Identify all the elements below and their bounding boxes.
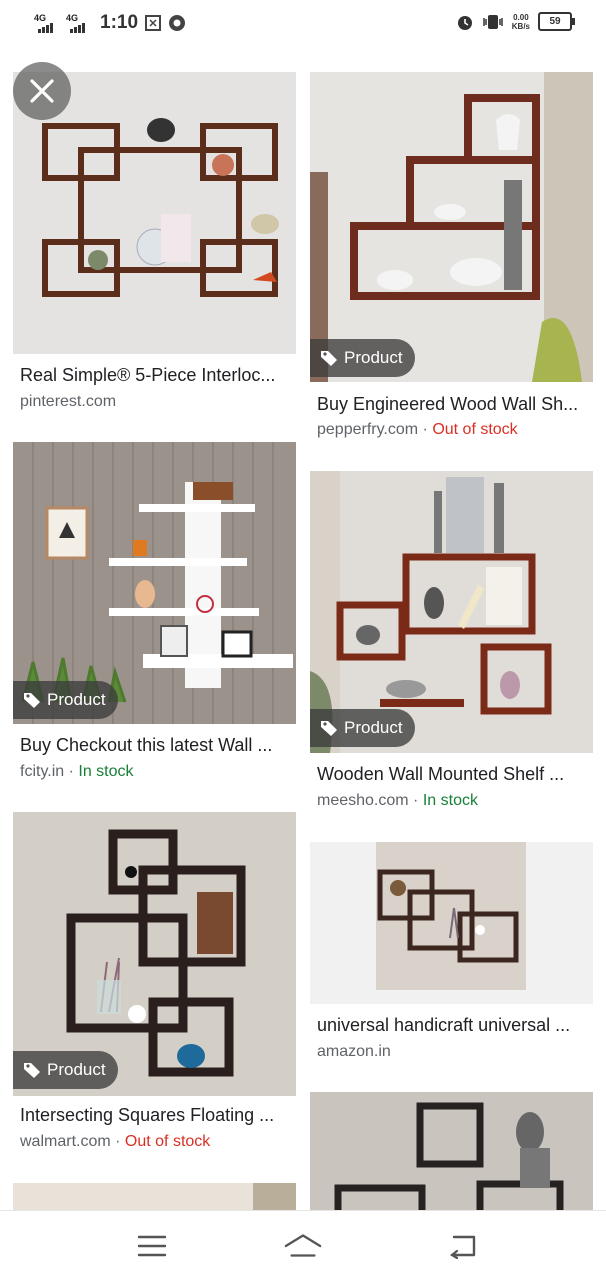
source-domain: walmart.com [20,1133,111,1150]
tag-icon [24,1063,40,1078]
result-card-2[interactable]: Product Buy Engineered Wood Wall Sh... p… [310,72,593,442]
result-card-5[interactable]: Product Intersecting Squares Floating ..… [13,812,296,1162]
tag-icon [321,351,337,366]
source-domain: fcity.in [20,763,65,780]
source-domain: amazon.in [317,1043,391,1060]
result-card-7[interactable] [310,1092,593,1210]
result-title[interactable]: Buy Checkout this latest Wall ... [20,735,272,756]
result-card-4[interactable]: Product Wooden Wall Mounted Shelf ... me… [310,471,593,821]
badge-label: Product [344,348,403,367]
result-source: pepperfry.com · Out of stock [317,421,518,439]
home-button[interactable] [283,1231,323,1261]
close-icon [30,79,54,103]
clock: 1:10 [100,12,139,33]
badge-label: Product [47,690,106,709]
source-domain: meesho.com [317,792,409,809]
back-button[interactable] [442,1231,482,1261]
product-badge: Product [310,709,415,747]
source-domain: pepperfry.com [317,421,419,438]
separator: · [68,763,79,780]
result-title[interactable]: Buy Engineered Wood Wall Sh... [317,394,578,415]
stock-status: In stock [78,763,134,780]
result-image[interactable] [310,1092,593,1210]
result-title[interactable]: universal handicraft universal ... [317,1015,570,1036]
shelf-image-7 [310,1092,593,1210]
network-type-2: 4G [66,13,79,23]
home-icon [284,1234,322,1257]
chrome-icon [169,15,186,31]
shelf-image-2 [310,72,593,382]
badge-label: Product [47,1060,106,1079]
alarm-icon [457,15,472,30]
separator: · [115,1133,125,1150]
bottom-navigation [0,1210,606,1281]
result-source: amazon.in [317,1043,391,1061]
result-image[interactable] [310,842,593,1004]
result-card-8[interactable] [13,1183,296,1210]
result-image[interactable] [13,1183,296,1210]
status-bar: 4G 4G 1:10 0.00 KB/s 59 [0,0,606,48]
result-image[interactable] [310,72,593,382]
menu-button[interactable] [132,1231,172,1261]
badge-label: Product [344,718,403,737]
tag-icon [321,721,337,736]
product-badge: Product [13,1051,118,1089]
stock-status: In stock [422,792,478,809]
result-source: pinterest.com [20,393,116,411]
shelf-image-6 [310,842,593,1004]
product-badge: Product [310,339,415,377]
close-button[interactable] [13,62,71,120]
stock-status: Out of stock [124,1133,211,1150]
result-title[interactable]: Intersecting Squares Floating ... [20,1105,274,1126]
result-source: walmart.com · Out of stock [20,1133,210,1151]
result-card-3[interactable]: Product Buy Checkout this latest Wall ..… [13,442,296,792]
stock-status: Out of stock [432,421,518,438]
network-type-1: 4G [34,13,47,23]
separator: · [422,421,433,438]
battery-indicator: 59 [538,12,575,31]
vibrate-icon [483,14,503,29]
result-source: fcity.in · In stock [20,763,134,781]
back-icon [450,1235,476,1259]
speed-value: 0.00 [513,12,529,22]
result-card-1[interactable]: Real Simple® 5-Piece Interloc... pintere… [13,72,296,410]
source-domain: pinterest.com [20,393,117,410]
separator: · [413,792,423,809]
result-source: meesho.com · In stock [317,792,478,810]
screenshot-icon [145,15,162,31]
tag-icon [24,693,40,708]
product-badge: Product [13,681,118,719]
shelf-image-8 [13,1183,296,1210]
signal-icon-2: 4G [66,13,92,33]
result-title[interactable]: Real Simple® 5-Piece Interloc... [20,365,275,386]
network-speed: 0.00 KB/s [512,13,530,31]
speed-unit: KB/s [511,21,530,31]
menu-icon [137,1235,167,1257]
result-title[interactable]: Wooden Wall Mounted Shelf ... [317,764,564,785]
result-card-6[interactable]: universal handicraft universal ... amazo… [310,842,593,1082]
signal-icon: 4G [34,13,60,33]
